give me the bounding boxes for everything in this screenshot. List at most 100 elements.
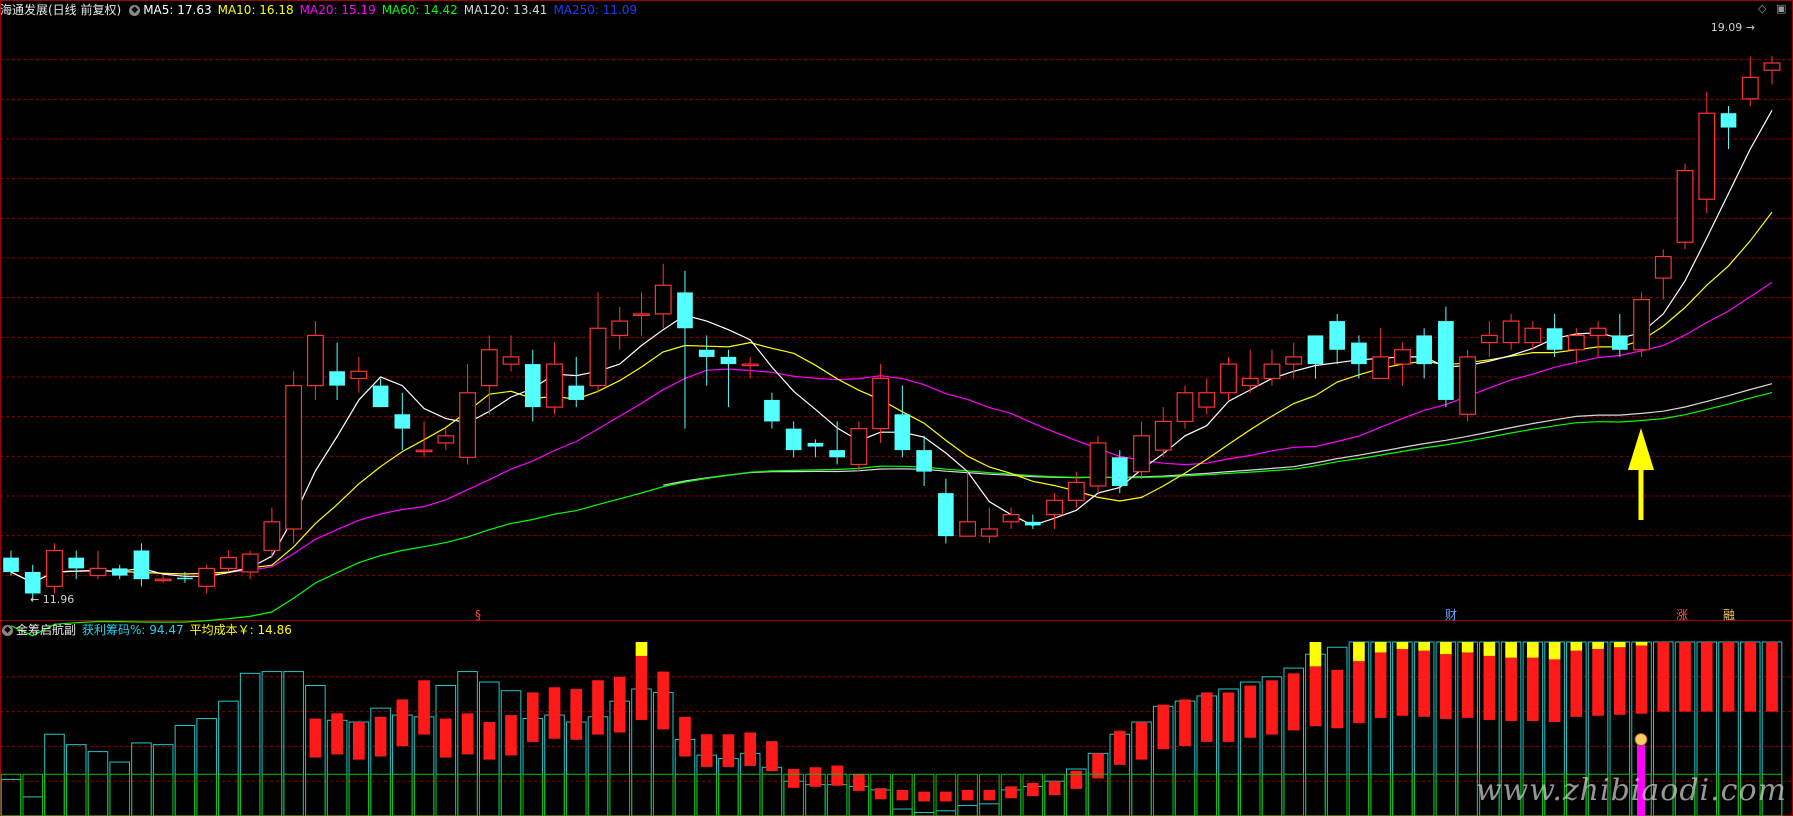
candle-body-up — [350, 370, 368, 380]
chip-red-bar — [1026, 782, 1039, 797]
signal-arrow-head — [1628, 428, 1654, 470]
chip-green-box — [674, 773, 696, 816]
chip-yellow-bar — [1353, 642, 1365, 662]
chip-green-box — [652, 773, 674, 816]
chip-red-bar — [1570, 650, 1583, 717]
chip-green-box — [174, 773, 196, 816]
chip-red-bar — [1396, 648, 1409, 716]
chip-red-bar — [1266, 680, 1278, 735]
chip-green-box — [1370, 773, 1391, 816]
chip-green-box — [587, 773, 609, 816]
candle-body-down — [764, 399, 780, 422]
chip-yellow-bar — [1461, 642, 1474, 653]
chip-yellow-bar — [1635, 642, 1648, 646]
chip-red-bar — [1135, 722, 1148, 760]
signal-coin-icon — [1634, 732, 1648, 746]
candle-body-down — [68, 557, 85, 569]
candle-body-up — [1263, 363, 1281, 380]
candle-body-up — [285, 385, 303, 530]
chip-red-bar — [1287, 673, 1300, 731]
chip-red-bar — [1244, 685, 1257, 738]
chip-green-box — [370, 773, 391, 816]
chip-red-bar — [613, 676, 626, 733]
chip-outline-bar — [65, 744, 87, 816]
chip-red-bar — [1635, 645, 1648, 714]
chip-red-bar — [874, 788, 887, 800]
chip-red-bar — [1179, 699, 1191, 747]
chip-green-box — [392, 773, 413, 816]
chip-red-bar — [1157, 704, 1170, 750]
candle-body-down — [1307, 335, 1324, 365]
candle-body-up — [633, 313, 650, 317]
settings-icon[interactable]: ◆ — [129, 5, 141, 16]
chip-green-box — [1174, 773, 1196, 816]
candle-body-up — [1763, 62, 1781, 71]
candle-body-up — [1698, 112, 1716, 200]
candle-body-down — [1546, 328, 1563, 350]
chip-yellow-bar — [1374, 642, 1387, 653]
chip-red-bar — [853, 774, 865, 791]
candle-body-up — [546, 363, 563, 408]
chip-red-bar — [548, 687, 561, 739]
main-title: 海通发展(日线 前复权) — [0, 3, 122, 17]
chip-red-bar — [983, 789, 996, 801]
candle-body-up — [241, 553, 259, 573]
chip-outline-bar — [109, 761, 130, 816]
chip-green-box — [435, 773, 457, 816]
ma20-label: MA20: 15.19 — [299, 3, 376, 17]
stock-chart: ← 11.96 19.09 → § 财 涨 融 — [0, 0, 1793, 816]
chip-yellow-bar — [1613, 642, 1626, 648]
chip-outline-bar — [174, 725, 196, 816]
candle-body-up — [306, 334, 324, 387]
zhang-mark: 涨 — [1676, 607, 1688, 622]
indicator-settings-icon[interactable]: ◆ — [2, 625, 13, 636]
chip-green-box — [413, 773, 435, 816]
chip-green-box — [761, 773, 783, 816]
chip-green-box — [457, 773, 478, 816]
chip-red-bar — [744, 732, 757, 766]
chip-red-bar — [679, 716, 691, 757]
chip-red-bar — [1374, 652, 1387, 718]
candle-body-up — [1089, 442, 1107, 487]
chip-red-bar — [918, 791, 930, 802]
chip-red-bar — [1613, 647, 1626, 715]
chip-red-bar — [1200, 692, 1213, 742]
candle-body-up — [654, 284, 672, 315]
chip-red-bar — [1440, 654, 1452, 719]
chip-green-box — [522, 773, 544, 816]
chip-red-bar — [1744, 642, 1757, 712]
candle-body-up — [1176, 392, 1194, 423]
chip-yellow-bar — [1440, 642, 1452, 655]
candle-body-up — [589, 327, 607, 387]
main-chart-legend: 海通发展(日线 前复权) ◆ MA5: 17.63 MA10: 16.18 MA20: … — [0, 2, 643, 18]
window-icon[interactable]: ▣ — [1776, 2, 1786, 15]
chip-outline-bar — [152, 744, 174, 816]
candle-body-down — [1329, 321, 1346, 350]
chip-red-bar — [1070, 770, 1083, 789]
chip-red-bar — [1548, 659, 1561, 723]
chip-green-box — [565, 773, 587, 816]
candle-body-down — [177, 577, 193, 580]
candle-body-up — [1372, 356, 1390, 380]
candle-body-up — [502, 356, 520, 365]
candle-body-down — [524, 364, 541, 408]
chip-red-bar — [374, 716, 387, 757]
chip-red-bar — [1005, 786, 1017, 799]
candle-body-down — [677, 292, 693, 329]
chip-yellow-bar — [1505, 642, 1517, 658]
chip-green-box — [1283, 773, 1304, 816]
chip-red-bar — [1418, 650, 1430, 717]
candle-body-up — [1393, 349, 1411, 365]
candle-body-up — [980, 528, 998, 537]
candle-body-up — [1741, 76, 1759, 100]
candle-body-down — [916, 450, 932, 472]
chip-red-bar — [700, 734, 713, 767]
chip-green-box — [218, 773, 239, 816]
chip-red-bar — [1048, 781, 1061, 796]
candle-body-down — [329, 371, 345, 386]
candle-body-up — [1241, 377, 1259, 387]
chip-green-box — [631, 773, 652, 816]
expand-icon[interactable]: ◇ — [1758, 2, 1766, 15]
candle-body-up — [263, 521, 281, 552]
candle-body-down — [894, 414, 911, 451]
